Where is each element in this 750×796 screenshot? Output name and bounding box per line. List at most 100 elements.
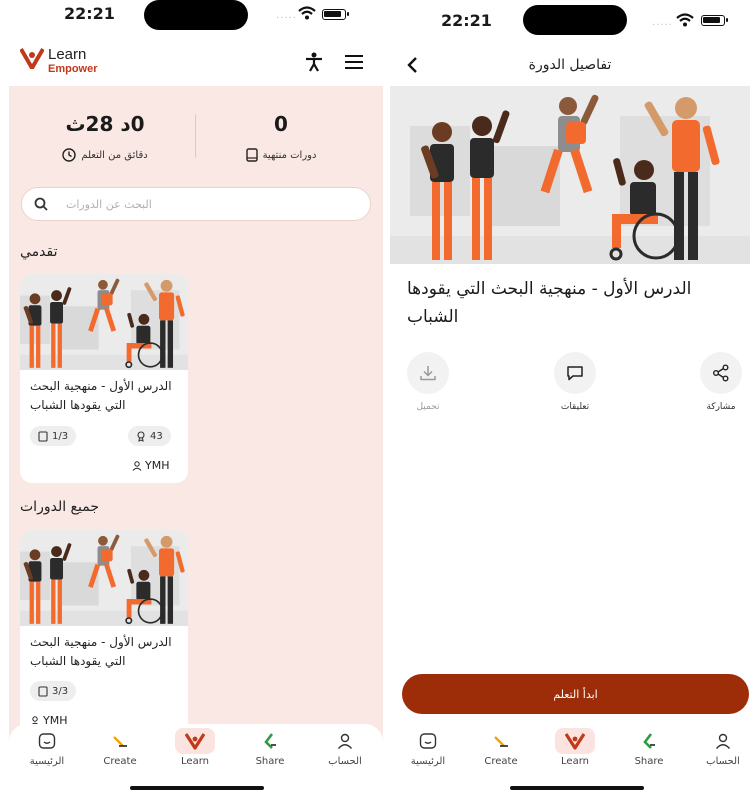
create-icon [113, 736, 127, 747]
home-icon [38, 733, 56, 749]
book-icon [38, 685, 48, 697]
menu-button[interactable] [342, 50, 366, 74]
download-action-label: تحميل [416, 402, 440, 412]
accessibility-icon [306, 52, 322, 72]
status-time: 22:21 [441, 11, 492, 30]
nav-account[interactable]: الحساب [309, 728, 381, 772]
nav-account-label: الحساب [328, 756, 362, 767]
minutes-label: دقائق من التعلم [81, 149, 148, 161]
brand-logo[interactable]: Learn Empower [20, 46, 115, 76]
likes-count: 43 [150, 430, 163, 442]
progress-section-title: تقدمي [20, 244, 58, 260]
course-title: الدرس الأول - منهجية البحث التي يقودها ا… [30, 379, 172, 412]
nav-learn-label: Learn [561, 756, 589, 767]
nav-share-label: Share [634, 756, 664, 767]
all-course-card[interactable]: الدرس الأول - منهجية البحث التي يقودها ا… [20, 530, 188, 750]
brand-subtitle: Empower [48, 63, 98, 75]
learn-icon [565, 733, 585, 750]
wifi-icon [676, 13, 694, 27]
search-icon [34, 197, 48, 211]
home-icon [419, 733, 437, 749]
nav-share[interactable]: Share [613, 728, 685, 772]
lessons-count: 3/3 [52, 685, 69, 697]
finished-label: دورات منتهية [262, 149, 317, 161]
account-icon [715, 733, 731, 749]
stats-divider [195, 114, 196, 158]
book-icon [245, 148, 258, 162]
battery-icon [322, 9, 349, 20]
lessons-count: 1/3 [52, 430, 69, 442]
dynamic-island [523, 5, 627, 35]
nav-home-label: الرئيسية [29, 756, 65, 767]
all-courses-section-title: جميع الدورات [20, 499, 99, 515]
download-action[interactable]: تحميل [393, 352, 463, 412]
course-author: YMH [132, 459, 169, 472]
search-placeholder: البحث عن الدورات [66, 198, 152, 211]
comments-action[interactable]: تعليقات [540, 352, 610, 412]
battery-icon [701, 15, 728, 26]
nav-create-label: Create [103, 756, 137, 767]
learn-content: 0د 28ث دقائق من التعلم 0 دورات منتهية ال… [9, 86, 383, 796]
clock-icon [62, 148, 77, 162]
comment-icon [567, 366, 583, 381]
nav-home-label: الرئيسية [410, 756, 446, 767]
lessons-badge: 1/3 [30, 426, 77, 446]
dynamic-island [144, 0, 248, 30]
nav-create[interactable]: Create [465, 728, 537, 772]
minutes-value: 0د 28ث [65, 112, 145, 136]
nav-share-label: Share [255, 756, 285, 767]
learning-minutes-stat: 0د 28ث دقائق من التعلم [25, 112, 185, 162]
accessibility-button[interactable] [302, 50, 326, 74]
finished-value: 0 [274, 112, 288, 136]
create-icon [494, 736, 508, 747]
course-search[interactable]: البحث عن الدورات [21, 187, 371, 221]
nav-account[interactable]: الحساب [687, 728, 750, 772]
share-icon [264, 733, 276, 749]
course-thumbnail [20, 274, 188, 370]
start-learning-button[interactable]: ابدأ التعلم [402, 674, 749, 714]
home-indicator [130, 786, 264, 790]
nav-create[interactable]: Create [84, 728, 156, 772]
learn-home-screen: 22:21 ..... Learn Empower 0د 28ث دقائق م… [0, 0, 383, 796]
share-icon [643, 733, 655, 749]
hamburger-icon [345, 55, 363, 69]
share-icon [713, 364, 729, 382]
status-bar: 22:21 ..... [390, 0, 750, 36]
home-indicator [510, 786, 644, 790]
nav-home[interactable]: الرئيسية [392, 728, 464, 772]
download-icon [420, 366, 436, 381]
course-thumbnail [20, 530, 188, 626]
share-action-label: مشاركة [706, 402, 736, 412]
nav-learn[interactable]: Learn [539, 728, 611, 772]
lessons-badge: 3/3 [30, 681, 77, 701]
comments-action-label: تعليقات [560, 402, 590, 412]
user-icon [132, 460, 142, 471]
finished-courses-stat: 0 دورات منتهية [201, 112, 361, 162]
nav-account-label: الحساب [706, 756, 740, 767]
author-name: YMH [145, 459, 170, 472]
status-time: 22:21 [64, 4, 115, 23]
account-icon [337, 733, 353, 749]
learn-icon [185, 733, 205, 750]
page-title: تفاصيل الدورة [528, 57, 612, 73]
status-bar: 22:21 ..... [0, 0, 383, 36]
progress-course-card[interactable]: الدرس الأول - منهجية البحث التي يقودها ا… [20, 274, 188, 483]
course-hero-image [390, 86, 750, 264]
signal-icon: ..... [652, 17, 673, 28]
likes-badge: 43 [128, 426, 171, 446]
brand-name: Learn [48, 46, 87, 63]
brand-mark-icon [20, 47, 44, 69]
course-title: الدرس الأول - منهجية البحث التي يقودها ا… [407, 279, 692, 327]
nav-home[interactable]: الرئيسية [11, 728, 83, 772]
award-icon [137, 430, 145, 442]
nav-share[interactable]: Share [234, 728, 306, 772]
nav-create-label: Create [484, 756, 518, 767]
book-icon [38, 430, 48, 442]
share-action[interactable]: مشاركة [686, 352, 750, 412]
wifi-icon [298, 6, 316, 20]
signal-icon: ..... [276, 10, 297, 21]
course-title: الدرس الأول - منهجية البحث التي يقودها ا… [30, 635, 172, 668]
nav-learn-label: Learn [181, 756, 209, 767]
course-details-screen: 22:21 ..... تفاصيل الدورة الدرس الأول - … [390, 0, 750, 796]
nav-learn[interactable]: Learn [159, 728, 231, 772]
